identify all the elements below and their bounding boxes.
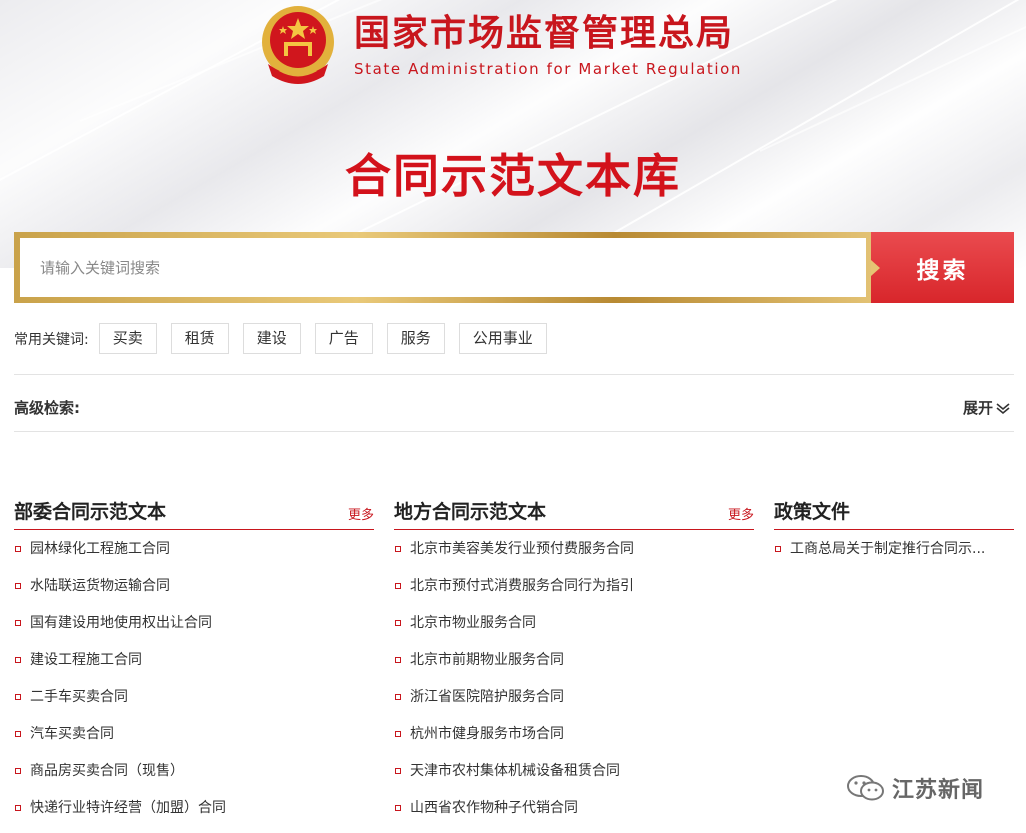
- list-item[interactable]: 天津市农村集体机械设备租赁合同: [394, 759, 754, 796]
- keyword-tag[interactable]: 建设: [242, 323, 301, 354]
- bullet-icon: [15, 694, 21, 700]
- list-item[interactable]: 北京市预付式消费服务合同行为指引: [394, 574, 754, 611]
- list-item[interactable]: 山西省农作物种子代销合同: [394, 796, 754, 833]
- divider: [14, 431, 1014, 432]
- advanced-search-label: 高级检索:: [14, 399, 80, 417]
- bullet-icon: [395, 657, 401, 663]
- section-title: 地方合同示范文本: [394, 501, 547, 523]
- bullet-icon: [15, 731, 21, 737]
- org-name-en: State Administration for Market Regulati…: [354, 60, 743, 78]
- keyword-tag[interactable]: 广告: [314, 323, 373, 354]
- section-title: 政策文件: [774, 501, 851, 523]
- section-title: 部委合同示范文本: [14, 501, 167, 523]
- keyword-bar: 常用关键词: 买卖 租赁 建设 广告 服务 公用事业: [14, 323, 561, 354]
- keyword-tag[interactable]: 租赁: [170, 323, 229, 354]
- expand-label: 展开: [963, 399, 994, 417]
- list-item[interactable]: 水陆联运货物运输合同: [14, 574, 374, 611]
- list-item[interactable]: 杭州市健身服务市场合同: [394, 722, 754, 759]
- list-item[interactable]: 国有建设用地使用权出让合同: [14, 611, 374, 648]
- list-item[interactable]: 北京市前期物业服务合同: [394, 648, 754, 685]
- list-item[interactable]: 北京市物业服务合同: [394, 611, 754, 648]
- list-item[interactable]: 园林绿化工程施工合同: [14, 537, 374, 574]
- bullet-icon: [395, 805, 401, 811]
- bullet-icon: [15, 768, 21, 774]
- bullet-icon: [395, 694, 401, 700]
- chevron-down-icon: [996, 402, 1010, 414]
- bullet-icon: [15, 546, 21, 552]
- site-logo[interactable]: 国家市场监督管理总局 State Administration for Mark…: [260, 4, 742, 86]
- bullet-icon: [395, 768, 401, 774]
- wechat-icon: [847, 775, 884, 801]
- more-link[interactable]: 更多: [728, 504, 754, 523]
- list-item[interactable]: 商品房买卖合同（现售）: [14, 759, 374, 796]
- search-box: [14, 232, 872, 303]
- more-link[interactable]: 更多: [348, 504, 374, 523]
- expand-button[interactable]: 展开: [963, 397, 1010, 418]
- keyword-tag[interactable]: 公用事业: [458, 323, 547, 354]
- national-emblem-icon: [262, 6, 334, 84]
- bullet-icon: [395, 546, 401, 552]
- local-templates-section: 地方合同示范文本 更多 北京市美容美发行业预付费服务合同 北京市预付式消费服务合…: [394, 498, 754, 833]
- list-item[interactable]: 快递行业特许经营（加盟）合同: [14, 796, 374, 833]
- bullet-icon: [15, 620, 21, 626]
- bullet-icon: [395, 731, 401, 737]
- list-item[interactable]: 二手车买卖合同: [14, 685, 374, 722]
- list-item[interactable]: 北京市美容美发行业预付费服务合同: [394, 537, 754, 574]
- keywords-label: 常用关键词:: [14, 331, 89, 348]
- divider: [14, 374, 1014, 375]
- watermark: 江苏新闻: [846, 772, 984, 804]
- ministry-templates-section: 部委合同示范文本 更多 园林绿化工程施工合同 水陆联运货物运输合同 国有建设用地…: [14, 498, 374, 833]
- org-name-cn: 国家市场监督管理总局: [354, 13, 735, 54]
- keyword-tag[interactable]: 买卖: [98, 323, 157, 354]
- list-item[interactable]: 浙江省医院陪护服务合同: [394, 685, 754, 722]
- policy-documents-section: 政策文件 工商总局关于制定推行合同示...: [774, 498, 1014, 574]
- bullet-icon: [395, 620, 401, 626]
- page-title: 合同示范文本库: [345, 149, 681, 203]
- search-input[interactable]: [20, 238, 866, 297]
- bullet-icon: [775, 546, 781, 552]
- list-item[interactable]: 汽车买卖合同: [14, 722, 374, 759]
- watermark-text: 江苏新闻: [892, 778, 985, 803]
- search-button[interactable]: 搜索: [871, 232, 1014, 303]
- bullet-icon: [15, 657, 21, 663]
- keyword-tag[interactable]: 服务: [386, 323, 445, 354]
- list-item[interactable]: 建设工程施工合同: [14, 648, 374, 685]
- bullet-icon: [15, 805, 21, 811]
- bullet-icon: [395, 583, 401, 589]
- list-item[interactable]: 工商总局关于制定推行合同示...: [774, 537, 1014, 574]
- bullet-icon: [15, 583, 21, 589]
